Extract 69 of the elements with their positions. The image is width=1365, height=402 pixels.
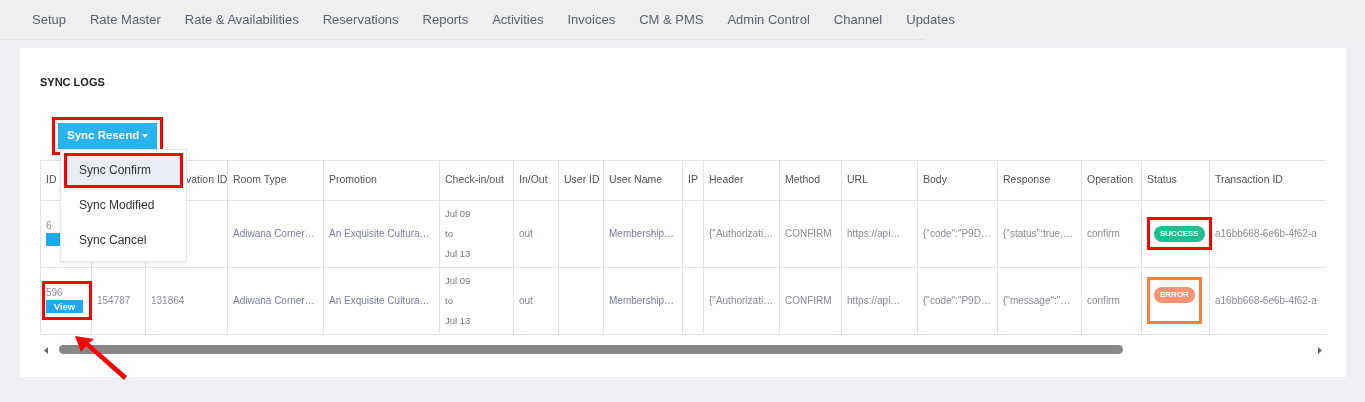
column-header: Body (923, 173, 947, 186)
table-cell: Membership… (609, 295, 675, 306)
column-header: ID (46, 173, 57, 186)
table-cell: 131864 (151, 295, 185, 306)
table-cell: CONFIRM (785, 228, 832, 239)
date-text: to (445, 293, 454, 308)
nav-link[interactable]: Rate & Availabilities (172, 9, 311, 30)
column-header: User ID (564, 173, 600, 186)
column-header: Operation (1087, 173, 1134, 186)
nav-link[interactable]: CM & PMS (627, 9, 716, 30)
id-text: 596 (46, 286, 64, 300)
date-text: Jul 13 (445, 313, 472, 328)
column-header: User Name (609, 173, 663, 186)
nav-link[interactable]: Setup (32, 9, 78, 30)
table-cell: Adiwana Corner… (233, 295, 315, 306)
table-cell: CONFIRM (785, 295, 832, 306)
table-cell: a16bb668-6e6b-4f62-a (1215, 295, 1317, 306)
nav-link[interactable]: Updates (894, 9, 967, 30)
caret-icon (142, 133, 149, 138)
nav-link[interactable]: Rate Master (78, 9, 173, 30)
date-text: Jul 09 (445, 273, 472, 288)
column-header: IP (688, 173, 698, 186)
table-cell: 154787 (97, 295, 131, 306)
section-title: SYNC LOGS (40, 75, 106, 90)
table-cell: {"Authorizati… (709, 228, 774, 239)
nav-link[interactable]: Reservations (310, 9, 411, 30)
table-cell: Adiwana Corner… (233, 228, 315, 239)
column-header: Header (709, 173, 744, 186)
scroll-thumb[interactable] (59, 345, 1123, 354)
date-text: Jul 13 (445, 246, 472, 261)
annotation-arrow (75, 336, 127, 380)
column-header: Transaction ID (1215, 173, 1283, 186)
menu-item[interactable]: Sync Cancel (64, 223, 183, 258)
column-header: Promotion (329, 173, 377, 186)
table-cell: Membership… (609, 228, 675, 239)
table-cell: {"status":true,… (1003, 228, 1073, 239)
table-cell: {"message":"… (1003, 295, 1071, 306)
column-header: Check-in/out (445, 173, 504, 186)
nav-link[interactable]: Activities (480, 9, 556, 30)
status-badge: SUCCESS (1154, 226, 1205, 242)
table-cell: An Exquisite Cultura… (329, 228, 430, 239)
table-cell: {"code":"P9D… (923, 228, 991, 239)
table-cell: a16bb668-6e6b-4f62-a (1215, 228, 1317, 239)
status-badge: ERROR (1154, 287, 1195, 303)
table-cell: confirm (1087, 295, 1120, 306)
table-cell: out (519, 228, 533, 239)
column-header: Room Type (233, 173, 287, 186)
column-header: In/Out (519, 173, 548, 186)
table-cell: https://api… (847, 295, 901, 306)
table-cell: confirm (1087, 228, 1120, 239)
nav-link[interactable]: Invoices (555, 9, 628, 30)
nav-link[interactable]: Channel (821, 9, 895, 30)
date-text: to (445, 226, 454, 241)
menu-item[interactable]: Sync Modified (64, 188, 183, 223)
nav-link[interactable]: Reports (410, 9, 481, 30)
column-header: Status (1147, 173, 1177, 186)
column-header: URL (847, 173, 868, 186)
table-cell: {"Authorizati… (709, 295, 774, 306)
date-text: Jul 09 (445, 206, 472, 221)
table-cell: out (519, 295, 533, 306)
table-cell: {"code":"P9D… (923, 295, 991, 306)
id-text: 6 (46, 219, 53, 233)
column-header: Response (1003, 173, 1051, 186)
menu-item[interactable]: Sync Confirm (64, 153, 183, 188)
nav-link[interactable]: Admin Control (715, 9, 822, 30)
column-header: Method (785, 173, 821, 186)
column-header: vation ID (186, 173, 228, 186)
table-cell: An Exquisite Cultura… (329, 295, 430, 306)
table-cell: https://api… (847, 228, 901, 239)
